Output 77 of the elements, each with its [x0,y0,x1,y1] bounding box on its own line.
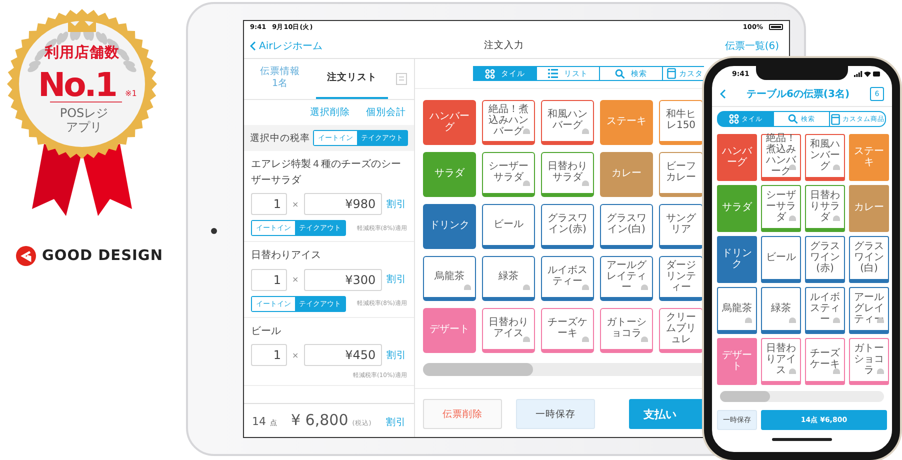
menu-tile[interactable]: クリームブリュレ [659,308,703,353]
menu-tile[interactable]: 烏龍茶 [423,256,476,301]
menu-tile[interactable]: ルイボスティー [805,287,845,334]
menu-tile[interactable]: 日替わりサラダ [805,185,845,232]
award-label: GOOD DESIGN [42,248,163,264]
item-count: 14 [252,415,266,428]
menu-tile[interactable]: 緑茶 [761,287,801,334]
category-tile[interactable]: ドリンク [423,204,476,249]
list-icon [548,69,558,78]
quantity-field[interactable]: 1 [251,344,287,366]
menu-tile[interactable]: ダージリンティー [659,256,703,301]
note-icon[interactable] [396,73,406,85]
total-amount: ¥ 6,800 [291,411,348,429]
quantity-field[interactable]: 1 [251,268,287,290]
item-name: ビール [251,324,282,338]
menu-tile[interactable]: 和牛ヒレ150 [659,100,703,145]
menu-tile[interactable]: シーザーサラダ [482,152,535,197]
rank-label: No.1 [38,65,116,104]
menu-tile[interactable]: ルイボスティー [541,256,594,301]
battery-icon [769,24,783,30]
badge-caption: アプリ [66,120,102,134]
menu-tile[interactable]: 絶品！煮込みハンバーグ [482,100,535,145]
item-name: 日替わりアイス [251,248,322,263]
price-field[interactable]: ¥450 [304,344,382,366]
category-tile[interactable]: ハンバーグ [423,100,476,145]
menu-tile[interactable]: シーザーサラダ [761,185,801,232]
back-icon[interactable] [720,89,726,99]
home-indicator [772,438,832,441]
menu-tile[interactable]: サングリア [659,204,703,249]
menu-tile[interactable]: 烏龍茶 [717,287,757,334]
search-icon [615,68,625,78]
screen-title: 注文入力 [482,39,525,52]
times-sign: × [292,350,299,360]
menu-tile[interactable]: 緑茶 [482,256,535,301]
menu-tile[interactable]: アールグレイティー [600,256,653,301]
menu-tile[interactable]: 日替わりアイス [761,338,801,385]
menu-tile[interactable]: 和風ハンバーグ [805,134,845,181]
tax-rate-label: 選択中の税率 [250,132,310,144]
category-tile[interactable]: ハンバーグ [717,134,757,181]
menu-tile[interactable]: 日替わりサラダ [541,152,594,197]
menu-tile[interactable]: ビール [482,204,535,249]
screen-title: テーブル6の伝票(3名) [745,88,851,101]
category-tile[interactable]: ドリンク [717,236,757,283]
hold-button[interactable]: 一時保存 [516,399,596,429]
scroll-bar[interactable] [423,363,703,376]
item-name: エアレジ特製４種のチーズのシーザーサラダ [251,158,402,188]
good-design-logo-icon [16,246,36,266]
menu-tile[interactable]: ガトーショコラ [849,338,889,385]
camera-lens [211,228,217,234]
menu-tile[interactable]: ビール [761,236,801,283]
times-sign: × [292,200,299,208]
footnote-mark: ※1 [125,89,137,98]
box-icon [667,68,676,79]
scroll-bar[interactable] [720,391,884,402]
menu-tile[interactable]: 日替わりアイス [482,308,535,353]
panel-tab[interactable]: 注文リスト [316,59,388,99]
badge-caption: POSレジ [60,106,108,120]
menu-tile[interactable]: チーズケーキ [805,338,845,385]
quantity-field[interactable]: 1 [251,193,287,215]
menu-tile[interactable]: ガトーショコラ [600,308,653,353]
price-field[interactable]: ¥300 [304,268,382,290]
menu-tile[interactable]: グラスワイン(白) [849,236,889,283]
grid-icon [485,68,495,78]
search-icon [788,114,798,124]
box-icon [830,114,840,124]
back-icon [250,40,256,50]
menu-tile[interactable]: グラスワイン(赤) [805,236,845,283]
menu-tile[interactable]: ビーフカレー [659,152,703,197]
badge-heading: 利用店舗数 [44,45,120,61]
status-icons [854,71,880,77]
grid-icon [728,114,738,124]
menu-tile[interactable]: チーズケーキ [541,308,594,353]
times-sign: × [292,275,299,284]
menu-tile[interactable]: グラスワイン(赤) [541,204,594,249]
price-field[interactable]: ¥980 [304,193,382,215]
menu-tile[interactable]: グラスワイン(白) [600,204,653,249]
menu-tile[interactable]: 和風ハンバーグ [541,100,594,145]
